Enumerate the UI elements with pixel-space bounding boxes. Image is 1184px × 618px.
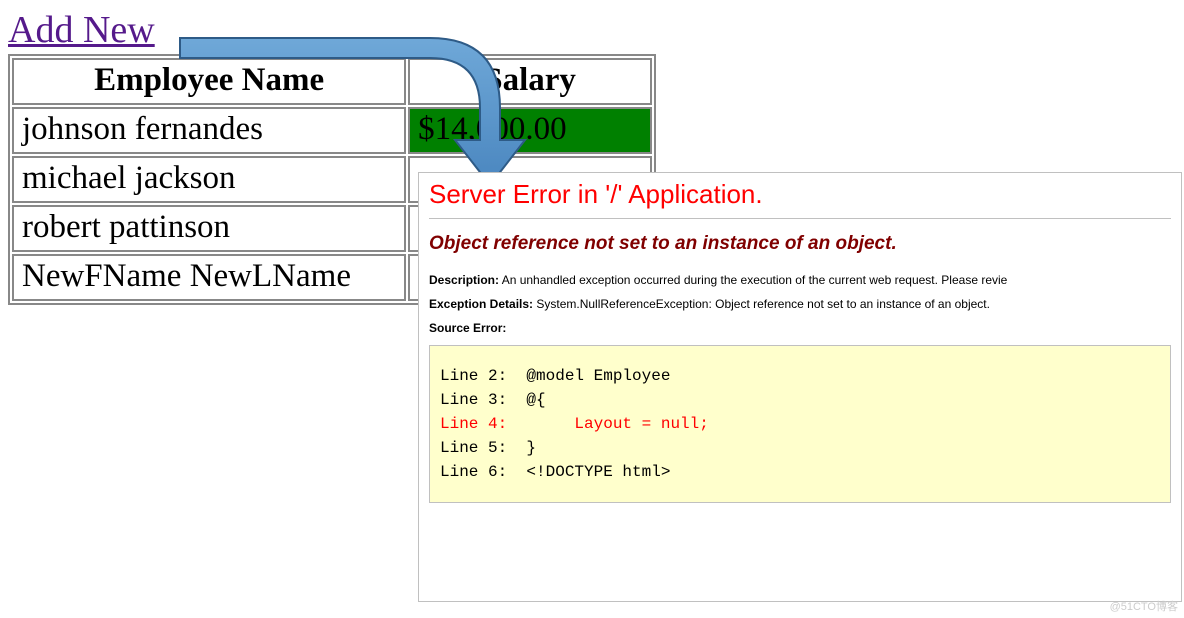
code-line: Line 6: <!DOCTYPE html>	[440, 463, 670, 481]
col-header-name: Employee Name	[12, 58, 406, 105]
code-line: Line 5: }	[440, 439, 536, 457]
code-line-highlight: Line 4: Layout = null;	[440, 415, 709, 433]
source-error-label: Source Error:	[429, 321, 1171, 335]
col-header-salary: Salary	[408, 58, 652, 105]
error-subtitle: Object reference not set to an instance …	[429, 233, 1171, 255]
cell-name: robert pattinson	[12, 205, 406, 252]
exception-label: Exception Details:	[429, 297, 533, 311]
cell-salary: $14,000.00	[408, 107, 652, 154]
watermark: @51CTO博客	[1110, 598, 1178, 614]
error-exception: Exception Details: System.NullReferenceE…	[429, 297, 1171, 311]
server-error-panel: Server Error in '/' Application. Object …	[418, 172, 1182, 602]
code-line: Line 2: @model Employee	[440, 367, 670, 385]
table-header-row: Employee Name Salary	[12, 58, 652, 105]
divider	[429, 218, 1171, 219]
code-line: Line 3: @{	[440, 391, 546, 409]
table-row: johnson fernandes $14,000.00	[12, 107, 652, 154]
error-description: Description: An unhandled exception occu…	[429, 273, 1171, 287]
description-label: Description:	[429, 273, 499, 287]
description-text: An unhandled exception occurred during t…	[502, 273, 1008, 287]
exception-text: System.NullReferenceException: Object re…	[536, 297, 990, 311]
cell-name: johnson fernandes	[12, 107, 406, 154]
add-new-link[interactable]: Add New	[8, 8, 155, 52]
cell-name: michael jackson	[12, 156, 406, 203]
cell-name: NewFName NewLName	[12, 254, 406, 301]
error-title: Server Error in '/' Application.	[429, 179, 1171, 210]
source-code-box: Line 2: @model Employee Line 3: @{ Line …	[429, 345, 1171, 503]
